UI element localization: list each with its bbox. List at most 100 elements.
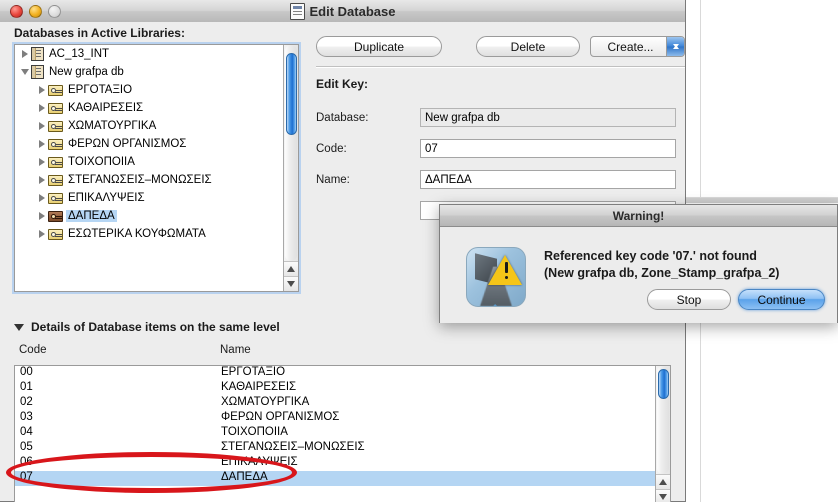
tree-item[interactable]: ΕΠΙΚΑΛΥΨΕΙΣ — [15, 189, 283, 207]
background-window-edge-vertical-2 — [700, 323, 701, 502]
table-row[interactable]: 03 ΦΕΡΩΝ ΟΡΓΑΝΙΣΜΟΣ — [15, 411, 670, 426]
zoom-button[interactable] — [48, 4, 61, 18]
database-icon — [31, 47, 44, 61]
triangle-right-icon[interactable] — [36, 176, 48, 184]
row-code: 01 — [20, 381, 33, 393]
key-icon — [48, 228, 63, 240]
create-button-label: Create... — [607, 39, 654, 54]
key-icon — [48, 84, 63, 96]
scroll-down-arrow-icon[interactable] — [284, 276, 298, 291]
warning-message: Referenced key code '07.' not found (New… — [544, 248, 824, 282]
details-scrollbar-thumb[interactable] — [658, 369, 669, 399]
table-row[interactable]: 04 ΤΟΙΧΟΠΟΙΙΑ — [15, 426, 670, 441]
stepper-up-down-icon[interactable] — [666, 27, 684, 65]
tree-item[interactable]: AC_13_INT — [15, 45, 283, 63]
row-code: 03 — [20, 411, 33, 423]
details-disclosure-header[interactable]: Details of Database items on the same le… — [14, 320, 280, 334]
tree-item-label: New grafpa db — [49, 66, 124, 78]
warning-dialog-titlebar[interactable]: Warning! — [440, 205, 837, 227]
triangle-right-icon[interactable] — [36, 86, 48, 94]
row-code: 02 — [20, 396, 33, 408]
chevron-down-icon[interactable] — [14, 323, 24, 331]
table-row[interactable]: 01 ΚΑΘΑΙΡΕΣΕΙΣ — [15, 381, 670, 396]
continue-button[interactable]: Continue — [738, 289, 825, 310]
background-window-edge-vertical — [700, 0, 701, 197]
minimize-button[interactable] — [29, 4, 42, 18]
tree-panel-label: Databases in Active Libraries: — [14, 26, 185, 40]
window-title: Edit Database — [309, 3, 396, 19]
tree-scrollbar-arrows — [284, 261, 298, 291]
triangle-down-icon[interactable] — [19, 69, 31, 75]
warning-dialog-body: Referenced key code '07.' not found (New… — [440, 227, 837, 323]
stop-button[interactable]: Stop — [647, 289, 731, 310]
row-name: ΣΤΕΓΑΝΩΣΕΙΣ–ΜΟΝΩΣΕΙΣ — [221, 441, 365, 453]
screen: Edit Database Databases in Active Librar… — [0, 0, 838, 502]
tree-item[interactable]: ΔΑΠΕΔΑ — [15, 207, 283, 225]
tree-item-label: AC_13_INT — [49, 48, 110, 60]
details-scroll-up-arrow-icon[interactable] — [656, 474, 670, 489]
row-name: ΕΡΓΟΤΑΞΙΟ — [221, 366, 286, 378]
tree-item[interactable]: ΦΕΡΩΝ ΟΡΓΑΝΙΣΜΟΣ — [15, 135, 283, 153]
delete-button[interactable]: Delete — [476, 36, 580, 57]
key-icon — [48, 102, 63, 114]
tree-item-label: ΚΑΘΑΙΡΕΣΕΙΣ — [68, 102, 144, 114]
duplicate-button[interactable]: Duplicate — [316, 36, 442, 57]
tree-item[interactable]: New grafpa db — [15, 63, 283, 81]
scroll-up-arrow-icon[interactable] — [284, 261, 298, 276]
triangle-right-icon[interactable] — [36, 212, 48, 220]
tree-item[interactable]: ΚΑΘΑΙΡΕΣΕΙΣ — [15, 99, 283, 117]
details-list[interactable]: 00 ΕΡΓΟΤΑΞΙΟ 01 ΚΑΘΑΙΡΕΣΕΙΣ 02 ΧΩΜΑΤΟΥΡΓΙΚΑ 03… — [14, 365, 671, 502]
tree-scrollbar-thumb[interactable] — [286, 53, 297, 135]
row-code: 05 — [20, 441, 33, 453]
tree-item[interactable]: ΣΤΕΓΑΝΩΣΕΙΣ–ΜΟΝΩΣΕΙΣ — [15, 171, 283, 189]
tree-item[interactable]: ΕΡΓΟΤΑΞΙΟ — [15, 81, 283, 99]
tree-rows-container: AC_13_INT New grafpa db ΕΡΓΟΤΑΞΙΟ ΚΑΘΑΙΡΕΣΕ… — [15, 45, 283, 291]
tree-item[interactable]: ΧΩΜΑΤΟΥΡΓΙΚΑ — [15, 117, 283, 135]
row-name: ΦΕΡΩΝ ΟΡΓΑΝΙΣΜΟΣ — [221, 411, 340, 423]
table-row[interactable]: 00 ΕΡΓΟΤΑΞΙΟ — [15, 366, 670, 381]
window-title-group: Edit Database — [0, 2, 685, 20]
tree-scrollbar[interactable] — [283, 45, 298, 291]
triangle-right-icon[interactable] — [36, 230, 48, 238]
tree-item-label: ΕΠΙΚΑΛΥΨΕΙΣ — [68, 192, 145, 204]
create-button[interactable]: Create... — [590, 27, 685, 65]
tree-item-label: ΧΩΜΑΤΟΥΡΓΙΚΑ — [68, 120, 157, 132]
details-scroll-down-arrow-icon[interactable] — [656, 489, 670, 502]
triangle-right-icon[interactable] — [19, 50, 31, 58]
triangle-right-icon[interactable] — [36, 158, 48, 166]
triangle-right-icon[interactable] — [36, 140, 48, 148]
code-field-label: Code: — [316, 143, 347, 155]
triangle-right-icon[interactable] — [36, 122, 48, 130]
table-row[interactable]: 02 ΧΩΜΑΤΟΥΡΓΙΚΑ — [15, 396, 670, 411]
name-field-input[interactable]: ΔΑΠΕΔΑ — [420, 170, 676, 189]
table-row[interactable]: 07 ΔΑΠΕΔΑ — [15, 471, 670, 486]
table-row[interactable]: 05 ΣΤΕΓΑΝΩΣΕΙΣ–ΜΟΝΩΣΕΙΣ — [15, 441, 670, 456]
warning-dialog-title: Warning! — [612, 208, 665, 223]
database-document-icon — [289, 2, 305, 20]
database-field-value: New grafpa db — [420, 108, 676, 127]
background-window-band — [686, 198, 838, 203]
tree-item[interactable]: ΕΣΩΤΕΡΙΚΑ ΚΟΥΦΩΜΑΤΑ — [15, 225, 283, 243]
row-name: ΕΠΙΚΑΛΥΨΕΙΣ — [221, 456, 298, 468]
tree-item-label: ΕΡΓΟΤΑΞΙΟ — [68, 84, 133, 96]
column-header-name[interactable]: Name — [220, 344, 251, 356]
tree-item-label: ΤΟΙΧΟΠΟΙΙΑ — [68, 156, 135, 168]
row-name: ΤΟΙΧΟΠΟΙΙΑ — [221, 426, 288, 438]
databases-tree[interactable]: AC_13_INT New grafpa db ΕΡΓΟΤΑΞΙΟ ΚΑΘΑΙΡΕΣΕ… — [14, 44, 299, 292]
triangle-right-icon[interactable] — [36, 104, 48, 112]
window-titlebar[interactable]: Edit Database — [0, 0, 685, 23]
details-list-rows: 00 ΕΡΓΟΤΑΞΙΟ 01 ΚΑΘΑΙΡΕΣΕΙΣ 02 ΧΩΜΑΤΟΥΡΓΙΚΑ 03… — [15, 366, 670, 486]
close-button[interactable] — [10, 4, 23, 18]
code-field-input[interactable]: 07 — [420, 139, 676, 158]
warning-message-line2: (New grafpa db, Zone_Stamp_grafpa_2) — [544, 266, 780, 280]
triangle-right-icon[interactable] — [36, 194, 48, 202]
column-header-code[interactable]: Code — [19, 344, 47, 356]
tree-item[interactable]: ΤΟΙΧΟΠΟΙΙΑ — [15, 153, 283, 171]
database-field-label: Database: — [316, 112, 369, 124]
window-controls — [10, 4, 61, 18]
row-name: ΔΑΠΕΔΑ — [221, 471, 268, 483]
table-row[interactable]: 06 ΕΠΙΚΑΛΥΨΕΙΣ — [15, 456, 670, 471]
details-scrollbar[interactable] — [655, 366, 670, 502]
row-name: ΚΑΘΑΙΡΕΣΕΙΣ — [221, 381, 297, 393]
key-icon-selected — [48, 210, 63, 222]
